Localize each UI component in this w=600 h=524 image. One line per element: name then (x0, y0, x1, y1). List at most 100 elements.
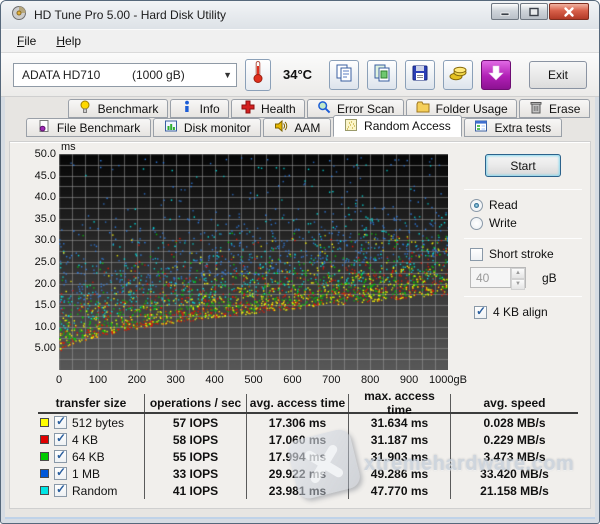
separator (464, 296, 582, 297)
avg-speed-value: 3.473 MB/s (450, 448, 578, 465)
y-tick-label: 15.0 (18, 299, 56, 311)
x-tick-label: 200 (128, 374, 146, 386)
copy-image-icon (372, 63, 392, 86)
series-checkbox[interactable] (54, 484, 67, 497)
tab-erase[interactable]: Erase (519, 99, 590, 118)
x-tick-label: 700 (322, 374, 340, 386)
minimize-button[interactable] (491, 3, 519, 20)
tab-label: Random Access (364, 119, 451, 133)
max-access-value: 31.187 ms (348, 431, 450, 448)
maximize-button[interactable] (520, 3, 548, 20)
avg-speed-value: 33.420 MB/s (450, 465, 578, 482)
x-tick-label: 300 (167, 374, 185, 386)
read-radio[interactable] (470, 199, 483, 212)
tab-aam[interactable]: AAM (263, 118, 331, 137)
series-checkbox[interactable] (54, 450, 67, 463)
spinner-arrows: ▲ ▼ (510, 268, 525, 287)
x-tick-label: 600 (283, 374, 301, 386)
tab-label: Erase (549, 102, 580, 116)
table-row: 1 MB 33 IOPS 29.922 ms 49.286 ms 33.420 … (38, 465, 578, 482)
save-icon (410, 63, 430, 86)
write-radio[interactable] (470, 217, 483, 230)
header-avg-access: avg. access time (246, 394, 348, 412)
max-access-value: 49.286 ms (348, 465, 450, 482)
separator (464, 238, 582, 239)
series-swatch (40, 418, 49, 427)
ops-value: 41 IOPS (144, 482, 246, 499)
copy-text-button[interactable] (329, 60, 359, 90)
download-button[interactable] (481, 60, 511, 90)
short-stroke-checkbox[interactable] (470, 248, 483, 261)
short-stroke-size-field: ▲ ▼ (470, 267, 526, 288)
random-access-scatter-chart (59, 154, 448, 370)
tab-random-access[interactable]: Random Access (333, 115, 461, 137)
tab-label: Benchmark (98, 102, 159, 116)
menu-bar: File Help (1, 29, 599, 53)
save-button[interactable] (405, 60, 435, 90)
donate-button[interactable] (443, 60, 473, 90)
tab-label: Error Scan (337, 102, 394, 116)
series-label: Random (72, 484, 117, 498)
x-tick-label: 0 (56, 374, 62, 386)
tab-extra-tests[interactable]: Extra tests (464, 118, 562, 137)
tab-info[interactable]: Info (170, 99, 229, 118)
y-tick-label: 25.0 (18, 256, 56, 268)
temperature-value: 34°C (283, 67, 312, 82)
chevron-down-icon: ▼ (223, 70, 232, 80)
table-row: 4 KB 58 IOPS 17.060 ms 31.187 ms 0.229 M… (38, 431, 578, 448)
results-table: transfer size operations / sec avg. acce… (38, 394, 578, 499)
disk-monitor-icon (164, 119, 178, 136)
ops-value: 58 IOPS (144, 431, 246, 448)
series-swatch (40, 486, 49, 495)
copy-image-button[interactable] (367, 60, 397, 90)
header-transfer-size: transfer size (38, 394, 144, 412)
y-tick-label: 45.0 (18, 170, 56, 182)
drive-selector[interactable]: ADATA HD710 (1000 gB) ▼ (13, 63, 237, 87)
close-button[interactable] (549, 3, 589, 20)
start-button[interactable]: Start (485, 154, 561, 177)
random-access-icon (344, 118, 358, 135)
short-stroke-size-input[interactable] (471, 268, 510, 287)
window-title: HD Tune Pro 5.00 - Hard Disk Utility (34, 8, 226, 22)
bulb-icon (78, 100, 92, 117)
menu-help[interactable]: Help (46, 31, 91, 51)
max-access-value: 31.903 ms (348, 448, 450, 465)
series-checkbox[interactable] (54, 467, 67, 480)
x-tick-label: 900 (400, 374, 418, 386)
random-access-page: ms 50.045.040.035.030.025.020.015.010.05… (9, 141, 591, 509)
header-operations: operations / sec (144, 394, 246, 412)
tab-disk-monitor[interactable]: Disk monitor (153, 118, 261, 137)
header-max-access: max. access time (348, 394, 450, 412)
tab-label: Health (261, 102, 296, 116)
tab-label: Extra tests (494, 121, 551, 135)
y-axis-unit: ms (61, 141, 76, 153)
spinner-down-icon[interactable]: ▼ (511, 279, 525, 290)
avg-access-value: 29.922 ms (246, 465, 348, 482)
y-tick-label: 40.0 (18, 191, 56, 203)
trash-icon (529, 100, 543, 117)
tab-benchmark[interactable]: Benchmark (68, 99, 168, 118)
window-controls (491, 3, 589, 20)
y-tick-label: 30.0 (18, 234, 56, 246)
short-stroke-unit: gB (542, 271, 557, 285)
exit-button[interactable]: Exit (529, 61, 587, 89)
spinner-up-icon[interactable]: ▲ (511, 268, 525, 279)
x-tick-label: 100 (89, 374, 107, 386)
x-tick-label: 1000gB (429, 374, 467, 386)
menu-file[interactable]: File (7, 31, 46, 51)
tab-file-benchmark[interactable]: File Benchmark (26, 118, 151, 137)
avg-speed-value: 0.229 MB/s (450, 431, 578, 448)
series-checkbox[interactable] (54, 416, 67, 429)
temperature-button[interactable] (245, 59, 271, 91)
series-checkbox[interactable] (54, 433, 67, 446)
series-swatch (40, 435, 49, 444)
series-swatch (40, 452, 49, 461)
align-checkbox[interactable] (474, 306, 487, 319)
short-stroke-label: Short stroke (489, 247, 554, 261)
series-swatch (40, 469, 49, 478)
avg-speed-value: 21.158 MB/s (450, 482, 578, 499)
tab-health[interactable]: Health (231, 99, 305, 118)
x-tick-label: 400 (205, 374, 223, 386)
thermometer-icon (252, 59, 264, 90)
donate-icon (448, 63, 468, 86)
